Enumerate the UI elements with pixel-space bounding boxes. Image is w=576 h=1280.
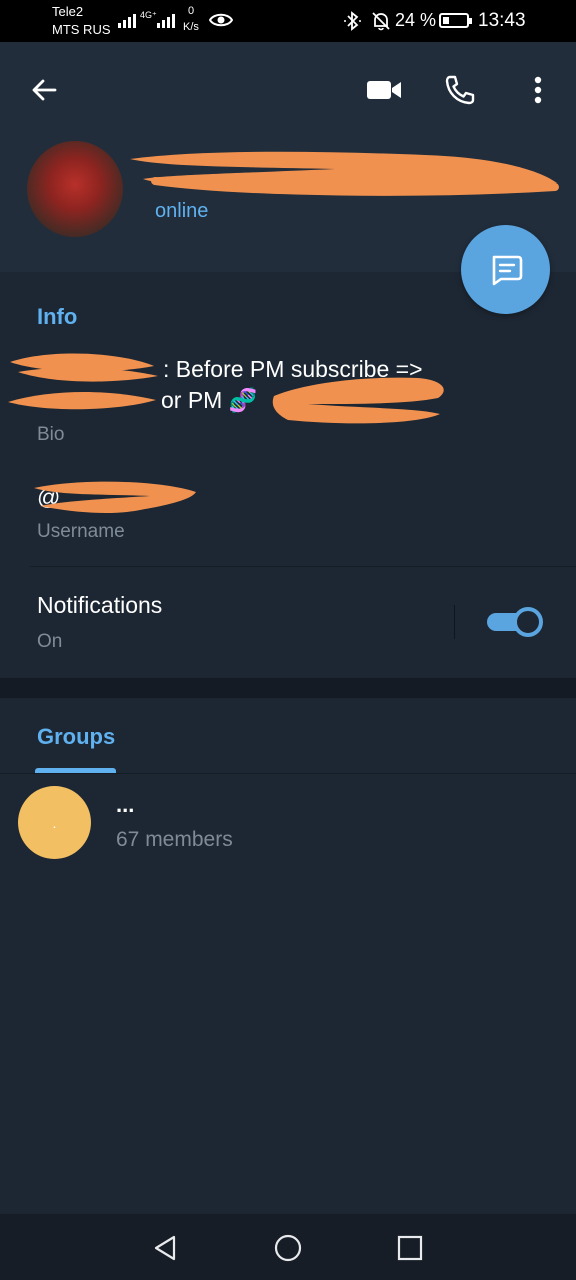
notifications-state: On: [37, 631, 63, 652]
divider: [30, 566, 576, 567]
info-section: Info : Before PM subscribe => or PM 🧬 Bi…: [0, 272, 576, 678]
notifications-toggle[interactable]: [487, 607, 543, 637]
divider: [0, 773, 576, 774]
phone-icon: [445, 75, 475, 105]
carrier-name-2: MTS RUS: [52, 22, 111, 37]
more-vert-icon: [534, 76, 542, 104]
eye-icon: [209, 13, 233, 27]
message-icon: [492, 255, 522, 285]
group-name: ...: [116, 792, 135, 817]
back-arrow-icon: [32, 79, 57, 101]
group-members-count: 67 members: [116, 828, 233, 851]
bell-off-icon: [372, 12, 390, 31]
list-item[interactable]: . ... 67 members: [0, 784, 576, 862]
battery-percent: 24 %: [395, 10, 437, 30]
nav-home-button[interactable]: [268, 1228, 308, 1268]
system-nav-bar: [0, 1214, 576, 1280]
clock: 13:43: [478, 10, 526, 31]
section-separator: [0, 678, 576, 698]
bio-line-1: : Before PM subscribe =>: [163, 356, 423, 382]
back-button[interactable]: [20, 66, 68, 114]
notifications-title[interactable]: Notifications: [37, 592, 162, 619]
home-circle-icon: [274, 1234, 302, 1262]
back-triangle-icon: [154, 1235, 176, 1261]
video-call-button[interactable]: [360, 66, 408, 114]
online-status: online: [155, 200, 209, 222]
status-bar: Tele2 MTS RUS 4G⁺ 0 K/s 24 % 13:43: [0, 0, 576, 42]
profile-avatar[interactable]: [27, 141, 123, 237]
shared-groups-section: Groups . ... 67 members: [0, 698, 576, 1214]
nav-back-button[interactable]: [145, 1228, 185, 1268]
voice-call-button[interactable]: [436, 66, 484, 114]
signal-icon: [157, 12, 175, 28]
bio-label: Bio: [37, 424, 65, 445]
name-redaction: [130, 151, 559, 196]
username-value[interactable]: @: [37, 484, 60, 511]
tab-groups[interactable]: Groups: [37, 724, 115, 750]
more-options-button[interactable]: [514, 66, 562, 114]
network-speed-unit: K/s: [183, 21, 199, 33]
send-message-button[interactable]: [461, 225, 550, 314]
carrier-name-1: Tele2: [52, 4, 84, 19]
info-title: Info: [37, 304, 78, 329]
nav-recents-button[interactable]: [390, 1228, 430, 1268]
bio-text[interactable]: : Before PM subscribe => or PM 🧬: [37, 354, 537, 416]
video-call-icon: [367, 81, 401, 99]
recents-square-icon: [397, 1235, 423, 1261]
signal-icon: [118, 12, 136, 28]
username-label: Username: [37, 521, 125, 542]
bluetooth-icon: [344, 11, 361, 31]
network-type: 4G⁺: [140, 10, 157, 20]
group-avatar: .: [18, 786, 91, 859]
divider: [454, 605, 455, 639]
battery-icon: [439, 13, 472, 28]
bio-line-2: or PM 🧬: [161, 387, 258, 413]
network-speed-value: 0: [188, 5, 195, 17]
